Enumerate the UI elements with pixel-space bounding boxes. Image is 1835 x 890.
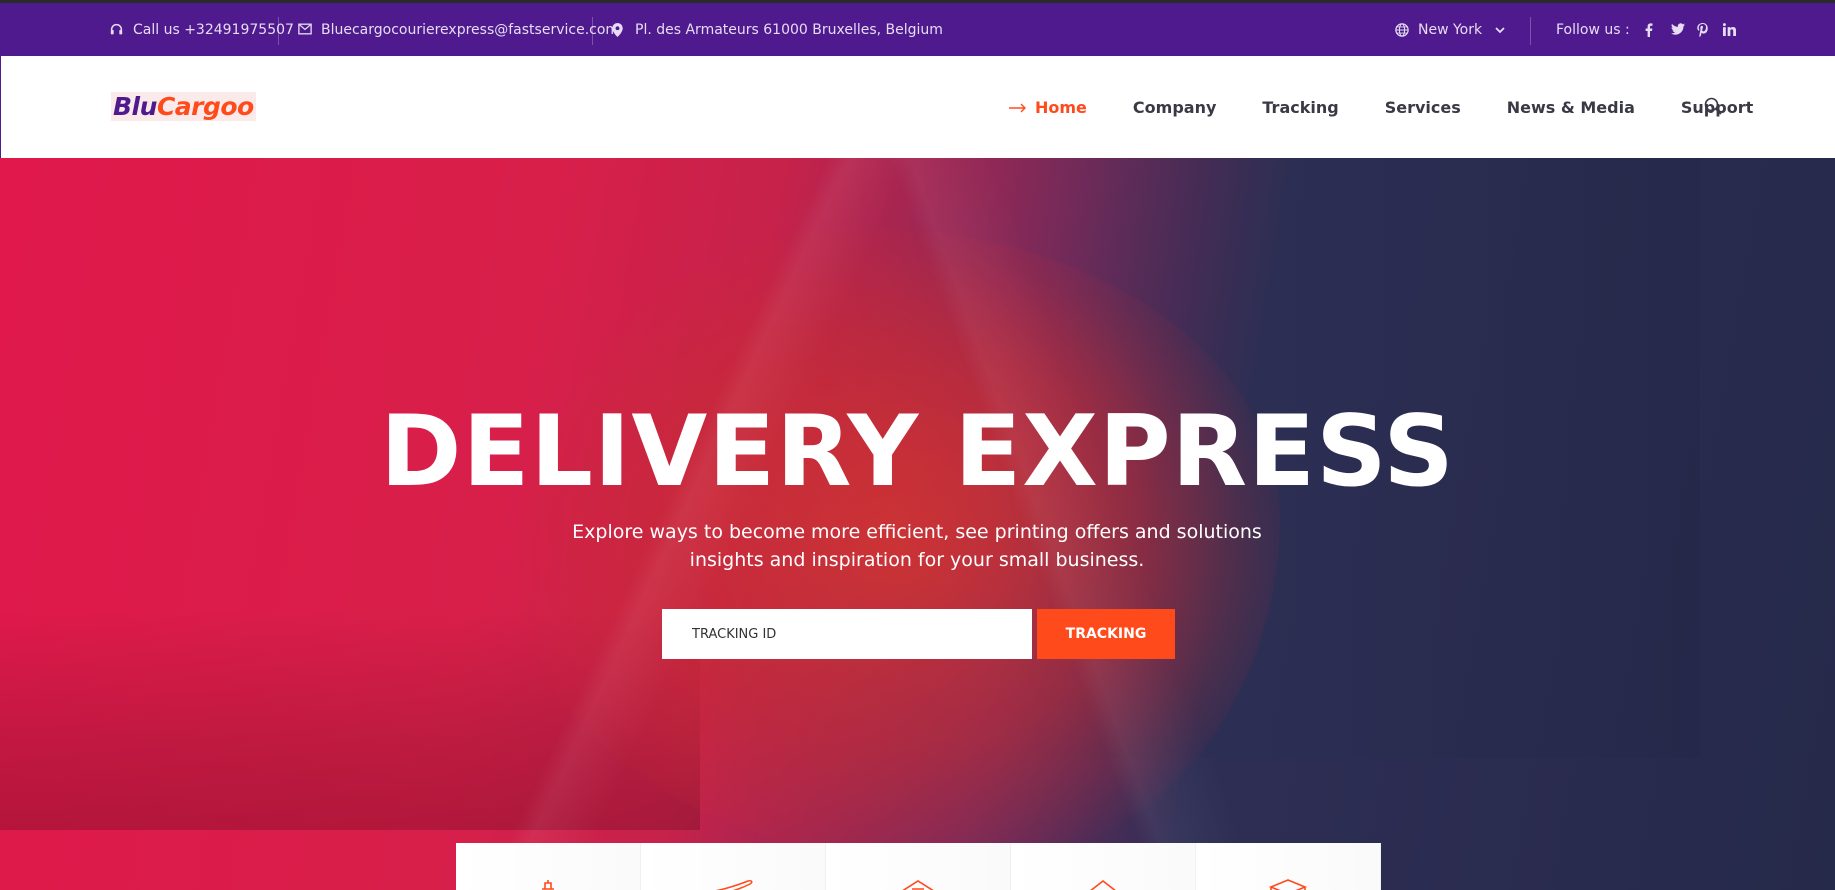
headset-icon — [110, 23, 124, 37]
plane-icon — [710, 879, 756, 890]
nav-news-media[interactable]: News & Media — [1507, 98, 1635, 117]
nav-services[interactable]: Services — [1385, 98, 1461, 117]
globe-icon — [1395, 22, 1409, 37]
nav-home-label: Home — [1035, 97, 1087, 117]
email-text: Bluecargocourierexpress@fastservice.com — [321, 21, 620, 38]
address-text: Pl. des Armateurs 61000 Bruxelles, Belgi… — [635, 21, 943, 38]
nav-news-media-label: News & Media — [1506, 97, 1635, 117]
linkedin-icon[interactable] — [1722, 22, 1736, 37]
service-card-warehouse[interactable] — [826, 843, 1011, 890]
warehouse-icon — [895, 879, 941, 890]
main-nav: Home Company Tracking Services News & Me… — [1009, 56, 1799, 158]
email-info[interactable]: Bluecargocourierexpress@fastservice.com — [298, 3, 619, 56]
city-label: New York — [1418, 21, 1483, 38]
service-card-sea[interactable] — [456, 843, 641, 890]
map-pin-icon — [612, 22, 626, 37]
divider — [278, 17, 279, 45]
follow-label: Follow us : — [1556, 21, 1630, 38]
tracking-button[interactable]: TRACKING — [1037, 609, 1175, 659]
tracking-id-input[interactable] — [662, 609, 1032, 659]
box-icon — [1265, 879, 1311, 890]
logo-text-cargo: Cargoo — [156, 92, 254, 121]
nav-company[interactable]: Company — [1133, 98, 1216, 117]
nav-company-label: Company — [1132, 97, 1217, 117]
social-links: Follow us : — [1556, 3, 1736, 56]
pinterest-icon[interactable] — [1696, 22, 1709, 37]
nav-home[interactable]: Home — [1009, 97, 1087, 118]
twitter-icon[interactable] — [1670, 22, 1685, 37]
house-icon — [1080, 879, 1126, 890]
nav-services-label: Services — [1384, 97, 1461, 117]
envelope-icon — [298, 23, 312, 37]
search-icon[interactable] — [1704, 97, 1724, 117]
service-card-home[interactable] — [1011, 843, 1196, 890]
service-card-air[interactable] — [641, 843, 826, 890]
ship-icon — [525, 879, 571, 890]
services-strip — [456, 843, 1381, 890]
main-header: BluCargoo Home Company Tracking Services… — [0, 56, 1835, 158]
chevron-down-icon — [1495, 22, 1505, 38]
service-card-packaging[interactable] — [1196, 843, 1381, 890]
logo-text-blu: Blu — [113, 92, 157, 121]
arrow-right-icon — [1009, 97, 1027, 118]
divider — [592, 17, 593, 45]
city-selector[interactable]: New York — [1395, 3, 1505, 56]
hero-section: DELIVERY EXPRESS Explore ways to become … — [0, 158, 1835, 890]
top-bar: Call us +32491975507 Bluecargocourierexp… — [0, 0, 1835, 56]
hero-subtitle: Explore ways to become more efficient, s… — [572, 521, 1262, 571]
phone-text: Call us +32491975507 — [133, 21, 294, 38]
facebook-icon[interactable] — [1645, 22, 1657, 37]
nav-tracking[interactable]: Tracking — [1262, 98, 1338, 117]
nav-tracking-label: Tracking — [1262, 97, 1339, 117]
divider — [1530, 17, 1531, 45]
site-logo[interactable]: BluCargoo — [111, 92, 256, 121]
address-info: Pl. des Armateurs 61000 Bruxelles, Belgi… — [612, 3, 943, 56]
phone-info[interactable]: Call us +32491975507 — [110, 3, 294, 56]
hero-title: DELIVERY EXPRESS — [380, 395, 1455, 509]
